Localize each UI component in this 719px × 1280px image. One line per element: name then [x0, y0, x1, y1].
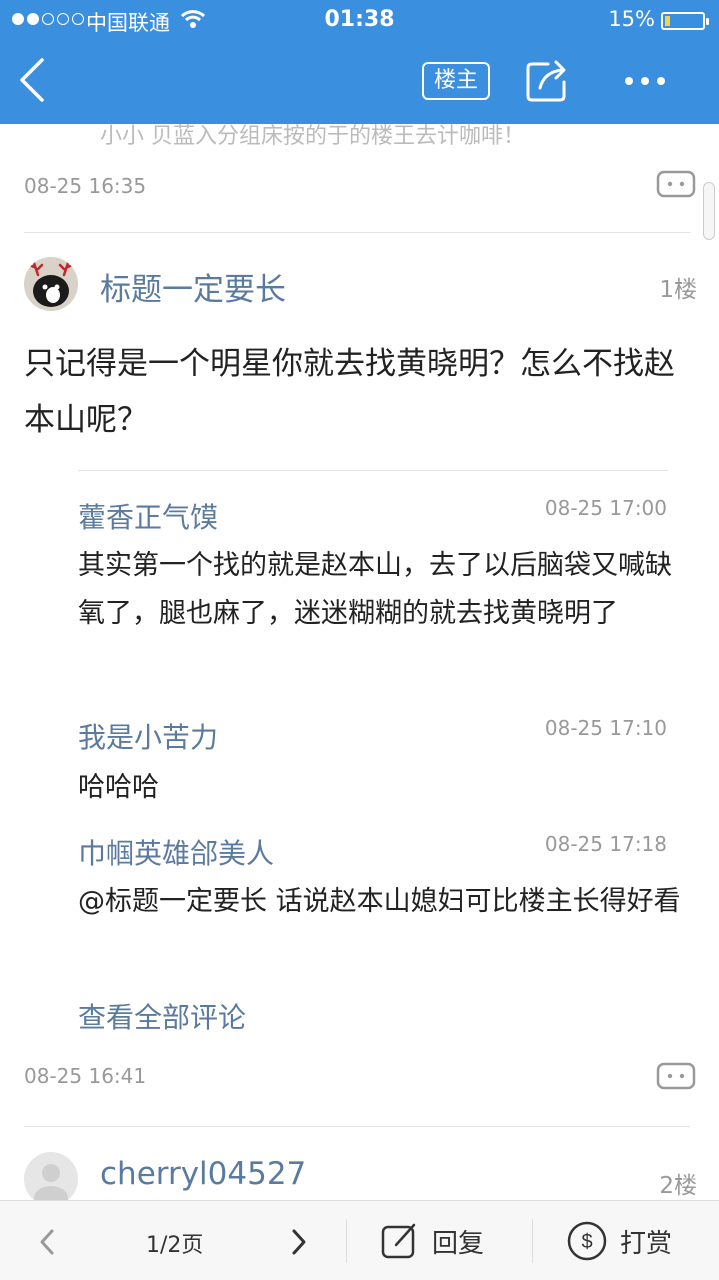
- reply-text[interactable]: 其实第一个找的就是赵本山，去了以后脑袋又喊缺氧了，腿也麻了，迷迷糊糊的就去找黄晓…: [78, 542, 698, 638]
- share-button[interactable]: [524, 58, 570, 104]
- view-all-comments-link[interactable]: 查看全部评论: [78, 996, 246, 1036]
- edit-icon: [381, 1223, 416, 1259]
- tip-button[interactable]: $ 打赏: [566, 1219, 672, 1263]
- floor-number: 2楼: [659, 1173, 697, 1199]
- previous-page-button[interactable]: [34, 1225, 62, 1259]
- reply-author[interactable]: 巾帼英雄郃美人: [78, 832, 274, 872]
- top-bar: 中国联通 01:38 15% 楼主: [0, 0, 719, 124]
- reply-text[interactable]: @标题一定要长 话说赵本山媳妇可比楼主长得好看: [78, 878, 698, 926]
- chevron-left-icon: [40, 1229, 54, 1255]
- nav-bar: 楼主: [0, 40, 719, 124]
- svg-text:$: $: [581, 1231, 592, 1253]
- more-button[interactable]: [620, 66, 670, 96]
- post-body: 只记得是一个明星你就去找黄晓明？怎么不找赵本山呢？: [24, 346, 675, 438]
- reply-time: 08-25 17:18: [544, 832, 667, 856]
- post-author[interactable]: cherryl04527: [100, 1156, 306, 1192]
- reply-text[interactable]: 哈哈哈: [78, 764, 698, 812]
- reply-label: 回复: [432, 1228, 485, 1259]
- post-date: 08-25 16:41: [24, 1064, 147, 1088]
- back-button[interactable]: [12, 54, 56, 106]
- only-owner-button[interactable]: 楼主: [422, 62, 490, 100]
- previous-post-text: 小小 贝蓝入分组床按的于的楼王去计咖啡！: [100, 124, 525, 149]
- back-icon: [20, 58, 44, 102]
- bottom-toolbar: 1/2页 回复 $ 打赏: [0, 1200, 719, 1280]
- status-bar: 中国联通 01:38 15%: [0, 0, 719, 40]
- comment-icon[interactable]: [656, 1062, 696, 1094]
- comment-icon[interactable]: [656, 170, 696, 202]
- reply-author[interactable]: 我是小苦力: [78, 716, 218, 756]
- separator: [346, 1219, 347, 1263]
- dollar-icon: $: [567, 1221, 607, 1261]
- post-author[interactable]: 标题一定要长: [100, 264, 286, 309]
- share-icon: [526, 60, 566, 102]
- scrollbar[interactable]: [703, 182, 715, 240]
- reply-time: 08-25 17:00: [544, 496, 667, 520]
- chevron-right-icon: [292, 1229, 306, 1255]
- avatar[interactable]: [24, 1152, 78, 1200]
- previous-post-date: 08-25 16:35: [24, 174, 147, 198]
- reply-time: 08-25 17:10: [544, 716, 667, 740]
- tip-label: 打赏: [620, 1228, 673, 1259]
- separator: [532, 1219, 533, 1263]
- page-indicator[interactable]: 1/2页: [146, 1227, 203, 1259]
- next-page-button[interactable]: [284, 1225, 312, 1259]
- divider: [78, 470, 668, 471]
- thread-content[interactable]: 小小 贝蓝入分组床按的于的楼王去计咖啡！ 08-25 16:35 标题一定要长 …: [0, 124, 719, 1200]
- floor-number: 1楼: [659, 277, 697, 303]
- more-icon: [625, 77, 665, 85]
- reply-button[interactable]: 回复: [380, 1219, 484, 1263]
- divider: [24, 1126, 690, 1127]
- divider: [24, 232, 690, 233]
- battery-percentage: 15%: [608, 7, 655, 31]
- reply-author[interactable]: 藿香正气馍: [78, 496, 218, 536]
- battery-icon: [661, 12, 709, 30]
- avatar[interactable]: [24, 257, 78, 311]
